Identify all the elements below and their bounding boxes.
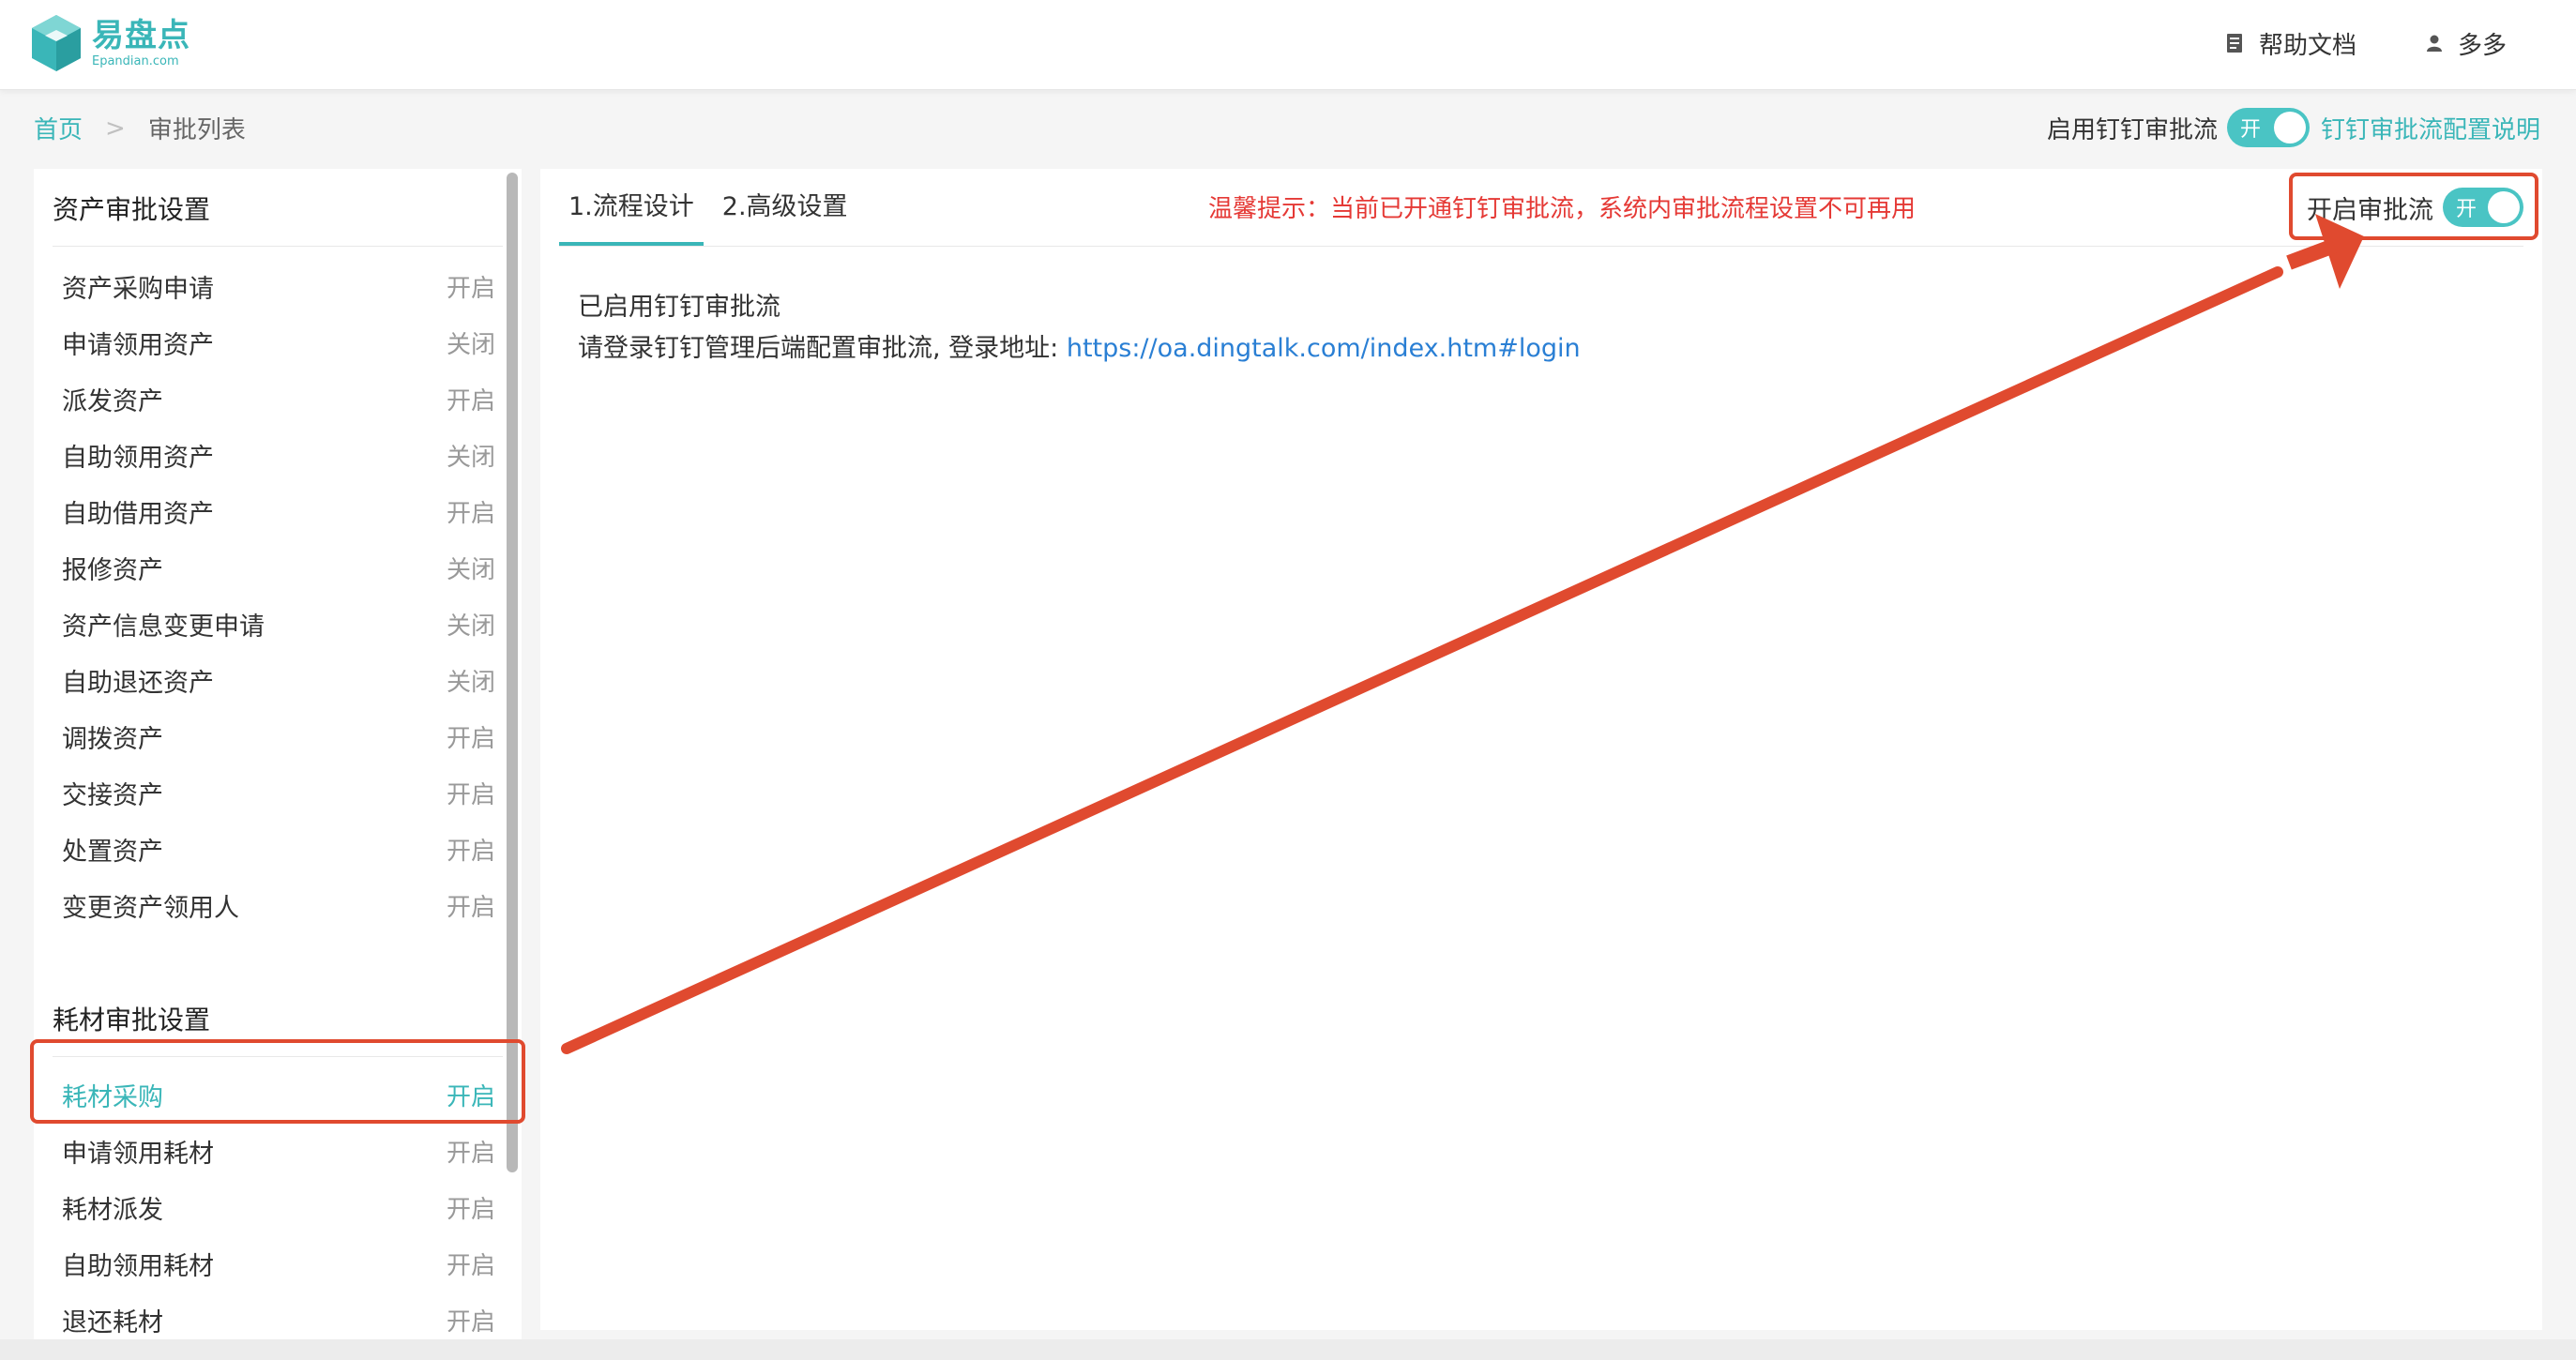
approval-flow-switch: 开启审批流 开 (2307, 188, 2523, 227)
process-content: 已启用钉钉审批流 请登录钉钉管理后端配置审批流, 登录地址: https://o… (578, 287, 1581, 370)
item-state: 开启 (446, 499, 495, 528)
item-state: 开启 (446, 1139, 495, 1168)
section-divider (53, 246, 503, 247)
item-name: 自助领用耗材 (62, 1251, 214, 1281)
bottom-strip (0, 1339, 2576, 1360)
top-bar: 易盘点 Epandian.com 帮助文档 多多 (0, 0, 2576, 90)
sidebar-scrollbar[interactable] (507, 173, 518, 1172)
logo-text: 易盘点 Epandian.com (92, 17, 190, 69)
item-name: 报修资产 (62, 555, 163, 585)
dingtalk-approval-toggle[interactable]: 开 (2226, 108, 2310, 147)
item-state: 开启 (446, 386, 495, 416)
user-name: 多多 (2457, 31, 2507, 60)
sidebar-item[interactable]: 自助借用资产 开启 (62, 488, 495, 535)
sidebar-item[interactable]: 自助领用资产 关闭 (62, 431, 495, 478)
toggle-knob (2488, 191, 2520, 223)
enabled-status-text: 已启用钉钉审批流 (578, 293, 780, 322)
item-name: 自助领用资产 (62, 443, 214, 473)
item-name: 资产采购申请 (62, 274, 214, 304)
item-state: 关闭 (446, 668, 495, 697)
breadcrumb-home-link[interactable]: 首页 (34, 111, 83, 145)
item-state: 开启 (446, 1082, 495, 1111)
tab-process-design[interactable]: 1.流程设计 (559, 169, 704, 246)
sidebar-item-consumable-purchase[interactable]: 耗材采购 开启 (62, 1071, 495, 1118)
toggle-knob (2273, 112, 2306, 144)
item-state: 关闭 (446, 612, 495, 641)
top-right-nav: 帮助文档 多多 (2225, 23, 2507, 64)
item-name: 退还耗材 (62, 1307, 163, 1337)
item-name: 调拨资产 (62, 724, 163, 754)
sidebar-item[interactable]: 派发资产 开启 (62, 375, 495, 422)
tab-advanced-settings[interactable]: 2.高级设置 (713, 169, 857, 246)
item-state: 开启 (446, 1307, 495, 1337)
item-state: 开启 (446, 780, 495, 809)
item-state: 关闭 (446, 330, 495, 359)
help-docs-link[interactable]: 帮助文档 (2225, 26, 2356, 61)
user-menu[interactable]: 多多 (2426, 26, 2507, 61)
login-instructions: 请登录钉钉管理后端配置审批流, 登录地址: https://oa.dingtal… (578, 328, 1581, 370)
item-name: 变更资产领用人 (62, 893, 239, 923)
main-panel: 1.流程设计 2.高级设置 温馨提示：当前已开通钉钉审批流，系统内审批流程设置不… (540, 169, 2542, 1330)
item-state: 开启 (446, 1251, 495, 1280)
item-name: 申请领用资产 (62, 330, 214, 360)
item-state: 开启 (446, 893, 495, 922)
logo-cube-icon (32, 15, 81, 71)
item-state: 开启 (446, 837, 495, 866)
sidebar-item[interactable]: 耗材派发 开启 (62, 1184, 495, 1231)
tab-divider (559, 246, 2523, 247)
sidebar-item[interactable]: 退还耗材 开启 (62, 1296, 495, 1339)
approval-settings-sidebar: 资产审批设置 资产采购申请 开启 申请领用资产 关闭 派发资产 开启 自助领用资产 关闭… (34, 169, 522, 1339)
user-icon (2426, 34, 2443, 53)
sidebar-item[interactable]: 交接资产 开启 (62, 769, 495, 816)
document-icon (2225, 33, 2244, 53)
item-state: 关闭 (446, 443, 495, 472)
sidebar-item[interactable]: 处置资产 开启 (62, 825, 495, 872)
breadcrumb-separator: > (105, 113, 126, 143)
item-name: 自助退还资产 (62, 668, 214, 698)
settings-tabs: 1.流程设计 2.高级设置 (559, 169, 857, 246)
approval-flow-toggle[interactable]: 开 (2443, 188, 2523, 227)
sub-header: 首页 > 审批列表 启用钉钉审批流 开 钉钉审批流配置说明 (0, 90, 2576, 165)
toggle-on-text: 开 (2456, 198, 2478, 221)
dingtalk-config-doc-link[interactable]: 钉钉审批流配置说明 (2321, 111, 2540, 145)
warning-notice: 温馨提示：当前已开通钉钉审批流，系统内审批流程设置不可再用 (1208, 195, 1917, 223)
item-state: 关闭 (446, 555, 495, 584)
asset-section-title: 资产审批设置 (53, 194, 211, 225)
consumable-section-title: 耗材审批设置 (53, 1005, 211, 1035)
item-name: 耗材派发 (62, 1195, 163, 1225)
item-name: 自助借用资产 (62, 499, 214, 529)
item-state: 开启 (446, 1195, 495, 1224)
sidebar-item[interactable]: 申请领用资产 关闭 (62, 319, 495, 366)
item-state: 开启 (446, 724, 495, 753)
item-name: 资产信息变更申请 (62, 612, 265, 642)
logo-brand-name: 易盘点 (92, 17, 190, 54)
logo[interactable]: 易盘点 Epandian.com (30, 13, 190, 73)
sidebar-item[interactable]: 变更资产领用人 开启 (62, 882, 495, 929)
login-instructions-text: 请登录钉钉管理后端配置审批流, 登录地址: (578, 334, 1067, 363)
toggle-on-text: 开 (2239, 118, 2261, 142)
sidebar-item[interactable]: 申请领用耗材 开启 (62, 1127, 495, 1174)
breadcrumb: 首页 > 审批列表 (34, 111, 246, 145)
sidebar-item[interactable]: 自助退还资产 关闭 (62, 657, 495, 703)
dingtalk-login-link[interactable]: https://oa.dingtalk.com/index.htm#login (1067, 334, 1581, 363)
dingtalk-settings: 启用钉钉审批流 开 钉钉审批流配置说明 (2047, 107, 2540, 148)
item-name: 交接资产 (62, 780, 163, 810)
sidebar-item[interactable]: 报修资产 关闭 (62, 544, 495, 591)
item-name: 处置资产 (62, 837, 163, 867)
help-docs-label: 帮助文档 (2258, 31, 2356, 60)
dingtalk-toggle-label: 启用钉钉审批流 (2046, 115, 2218, 144)
breadcrumb-current: 审批列表 (147, 116, 246, 144)
logo-domain: Epandian.com (92, 54, 179, 68)
sidebar-item[interactable]: 资产信息变更申请 关闭 (62, 600, 495, 647)
item-name: 派发资产 (62, 386, 163, 416)
item-state: 开启 (446, 274, 495, 303)
sidebar-item[interactable]: 资产采购申请 开启 (62, 263, 495, 310)
sidebar-item[interactable]: 自助领用耗材 开启 (62, 1240, 495, 1287)
approval-flow-label: 开启审批流 (2307, 195, 2433, 225)
item-name: 申请领用耗材 (62, 1139, 214, 1169)
sidebar-item[interactable]: 调拨资产 开启 (62, 713, 495, 760)
section-divider (53, 1056, 503, 1057)
item-name: 耗材采购 (62, 1082, 163, 1112)
